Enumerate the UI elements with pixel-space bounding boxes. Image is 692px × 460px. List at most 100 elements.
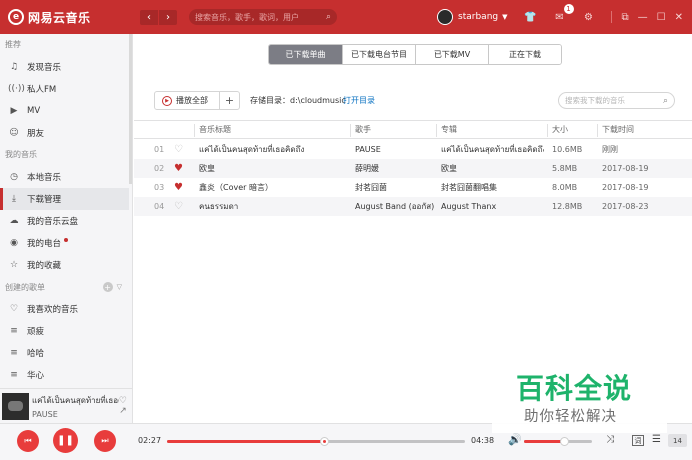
pause-button[interactable]: ❚❚: [53, 428, 78, 453]
header-time[interactable]: 下载时间: [602, 124, 634, 135]
volume-slider[interactable]: [524, 437, 592, 446]
avatar[interactable]: [437, 9, 454, 25]
playlist-icon: ≡: [10, 326, 18, 336]
header-artist[interactable]: 歌手: [355, 124, 435, 135]
table-row[interactable]: 02 ♥ 欧皇 薛明媛 欧皇 5.8MB 2017-08-19: [134, 159, 692, 178]
lyric-button[interactable]: 词: [632, 435, 644, 446]
divider: [610, 11, 612, 23]
section-my-music: 我的音乐: [5, 150, 37, 159]
total-time: 04:38: [471, 436, 495, 445]
video-icon: ▶: [10, 106, 18, 116]
sidebar-item-playlist-3[interactable]: ≡ 华心: [0, 364, 132, 386]
share-icon[interactable]: ↗: [119, 406, 127, 416]
volume-fill: [524, 440, 565, 443]
table-header: 音乐标题 歌手 专辑 大小 下载时间: [134, 120, 692, 139]
now-playing-mini[interactable]: แค่ได้เป็นคนสุดท้ายที่เธอคิดถึง PAUSE ♡ …: [0, 388, 133, 423]
table-row[interactable]: 01 ♡ แค่ได้เป็นคนสุดท้ายที่เธอคิดถึง PAU…: [134, 140, 692, 159]
now-playing-title: แค่ได้เป็นคนสุดท้ายที่เธอคิดถึง: [32, 395, 119, 405]
radio-icon: ((·)): [8, 84, 25, 94]
mail-icon[interactable]: ✉ 1: [553, 4, 574, 24]
minimize-icon[interactable]: —: [638, 12, 648, 23]
sidebar-item-playlist-1[interactable]: ≡ 顽疲: [0, 320, 132, 342]
search-icon[interactable]: ⌕: [663, 96, 668, 106]
back-button[interactable]: ‹: [140, 9, 158, 25]
watermark: 百科全说 助你轻松解决: [492, 351, 667, 433]
sidebar-item-liked-music[interactable]: ♡ 我喜欢的音乐: [0, 298, 132, 320]
tab-downloaded-radio[interactable]: 已下载电台节目: [342, 45, 415, 64]
sidebar-item-local-music[interactable]: ◷ 本地音乐: [0, 166, 132, 188]
app-logo[interactable]: e 网易云音乐: [8, 9, 118, 26]
chevron-down-icon[interactable]: ▽: [117, 283, 122, 291]
sidebar-item-my-radio[interactable]: ◉ 我的电台: [0, 232, 132, 254]
heart-filled-icon[interactable]: ♥: [174, 163, 183, 174]
heart-filled-icon[interactable]: ♥: [174, 182, 183, 193]
progress-bar[interactable]: [167, 437, 465, 446]
next-button[interactable]: ⏭: [94, 430, 116, 452]
now-playing-artist: PAUSE: [32, 409, 58, 419]
chevron-right-icon: ›: [166, 11, 170, 23]
volume-handle[interactable]: [559, 437, 569, 446]
app-name: 网易云音乐: [28, 10, 91, 25]
forward-button[interactable]: ›: [159, 9, 177, 25]
sidebar-item-downloads[interactable]: ⤓ 下载管理: [0, 188, 132, 210]
download-tabs: 已下载单曲 已下载电台节目 已下载MV 正在下载: [268, 44, 562, 65]
playlist-icon: ≡: [10, 370, 18, 380]
divider: [436, 124, 437, 137]
mini-mode-icon[interactable]: ⧉: [622, 12, 629, 23]
sidebar-item-playlist-2[interactable]: ≡ 哈哈: [0, 342, 132, 364]
playlist-icon[interactable]: ☰: [652, 434, 661, 445]
local-search[interactable]: ⌕: [558, 92, 675, 109]
podcast-icon: ◉: [10, 238, 18, 248]
section-recommend: 推荐: [5, 40, 21, 49]
tab-downloaded-mv[interactable]: 已下载MV: [415, 45, 488, 64]
play-all-button[interactable]: ▶ 播放全部 +: [154, 91, 240, 110]
plus-icon[interactable]: +: [102, 282, 113, 292]
table-row[interactable]: 04 ♡ คนธรรมดา August Band (ออกัส) August…: [134, 197, 692, 216]
notification-dot: [64, 238, 69, 242]
title-bar: e 网易云音乐 ‹ › ⌕ starbang ▼ 👕 ✉1 ⚙ ⧉ — ☐ ✕: [0, 0, 692, 34]
divider: [547, 124, 548, 137]
message-badge: 1: [563, 4, 574, 14]
playlist-count[interactable]: 14: [668, 434, 687, 447]
sidebar-item-collection[interactable]: ☆ 我的收藏: [0, 254, 132, 276]
volume-icon[interactable]: 🔊: [508, 433, 522, 446]
album-cover[interactable]: [2, 392, 29, 420]
heart-icon[interactable]: ♡: [174, 201, 183, 212]
heart-icon[interactable]: ♡: [119, 396, 127, 406]
play-icon: ▶: [162, 95, 172, 106]
open-directory-link[interactable]: 打开目录: [343, 95, 375, 106]
gear-icon[interactable]: ⚙: [582, 10, 596, 24]
close-icon[interactable]: ✕: [675, 12, 683, 23]
caret-down-icon[interactable]: ▼: [502, 13, 507, 21]
header-title[interactable]: 音乐标题: [199, 124, 344, 135]
search-icon[interactable]: ⌕: [326, 12, 331, 22]
section-playlists: 创建的歌单 + ▽: [5, 282, 122, 292]
tab-downloading[interactable]: 正在下载: [488, 45, 561, 64]
skin-icon[interactable]: 👕: [524, 10, 538, 24]
header-album[interactable]: 专辑: [441, 124, 544, 135]
storage-directory: 存储目录：d:\cloudmusic: [250, 96, 346, 105]
sidebar-item-discover[interactable]: ♫ 发现音乐: [0, 56, 132, 78]
previous-button[interactable]: ⏮: [17, 430, 39, 452]
tab-downloaded-songs[interactable]: 已下载单曲: [269, 45, 342, 64]
shuffle-icon[interactable]: ⤨: [606, 434, 614, 445]
sidebar-item-cloud[interactable]: ☁ 我的音乐云盘: [0, 210, 132, 232]
table-row[interactable]: 03 ♥ 鑫炎（Cover 暗言） 封茗囧菌 封茗囧菌翻唱集 8.0MB 201…: [134, 178, 692, 197]
sidebar-scroll-thumb[interactable]: [129, 34, 132, 184]
divider: [597, 124, 598, 137]
sidebar-scrollbar[interactable]: [129, 34, 132, 388]
local-search-input[interactable]: [565, 96, 663, 105]
friends-icon: ☺: [9, 128, 19, 138]
username[interactable]: starbang: [458, 12, 498, 22]
header-size[interactable]: 大小: [552, 124, 568, 135]
sidebar-item-fm[interactable]: ((·)) 私人FM: [0, 78, 132, 100]
sidebar-item-mv[interactable]: ▶ MV: [0, 100, 132, 122]
sidebar-item-friends[interactable]: ☺ 朋友: [0, 122, 132, 144]
progress-handle[interactable]: [319, 437, 329, 446]
global-search[interactable]: ⌕: [189, 9, 337, 25]
heart-icon[interactable]: ♡: [174, 144, 183, 155]
global-search-input[interactable]: [195, 12, 326, 22]
maximize-icon[interactable]: ☐: [657, 12, 666, 23]
chevron-left-icon: ‹: [147, 11, 151, 23]
add-to-playlist-button[interactable]: +: [219, 92, 239, 109]
